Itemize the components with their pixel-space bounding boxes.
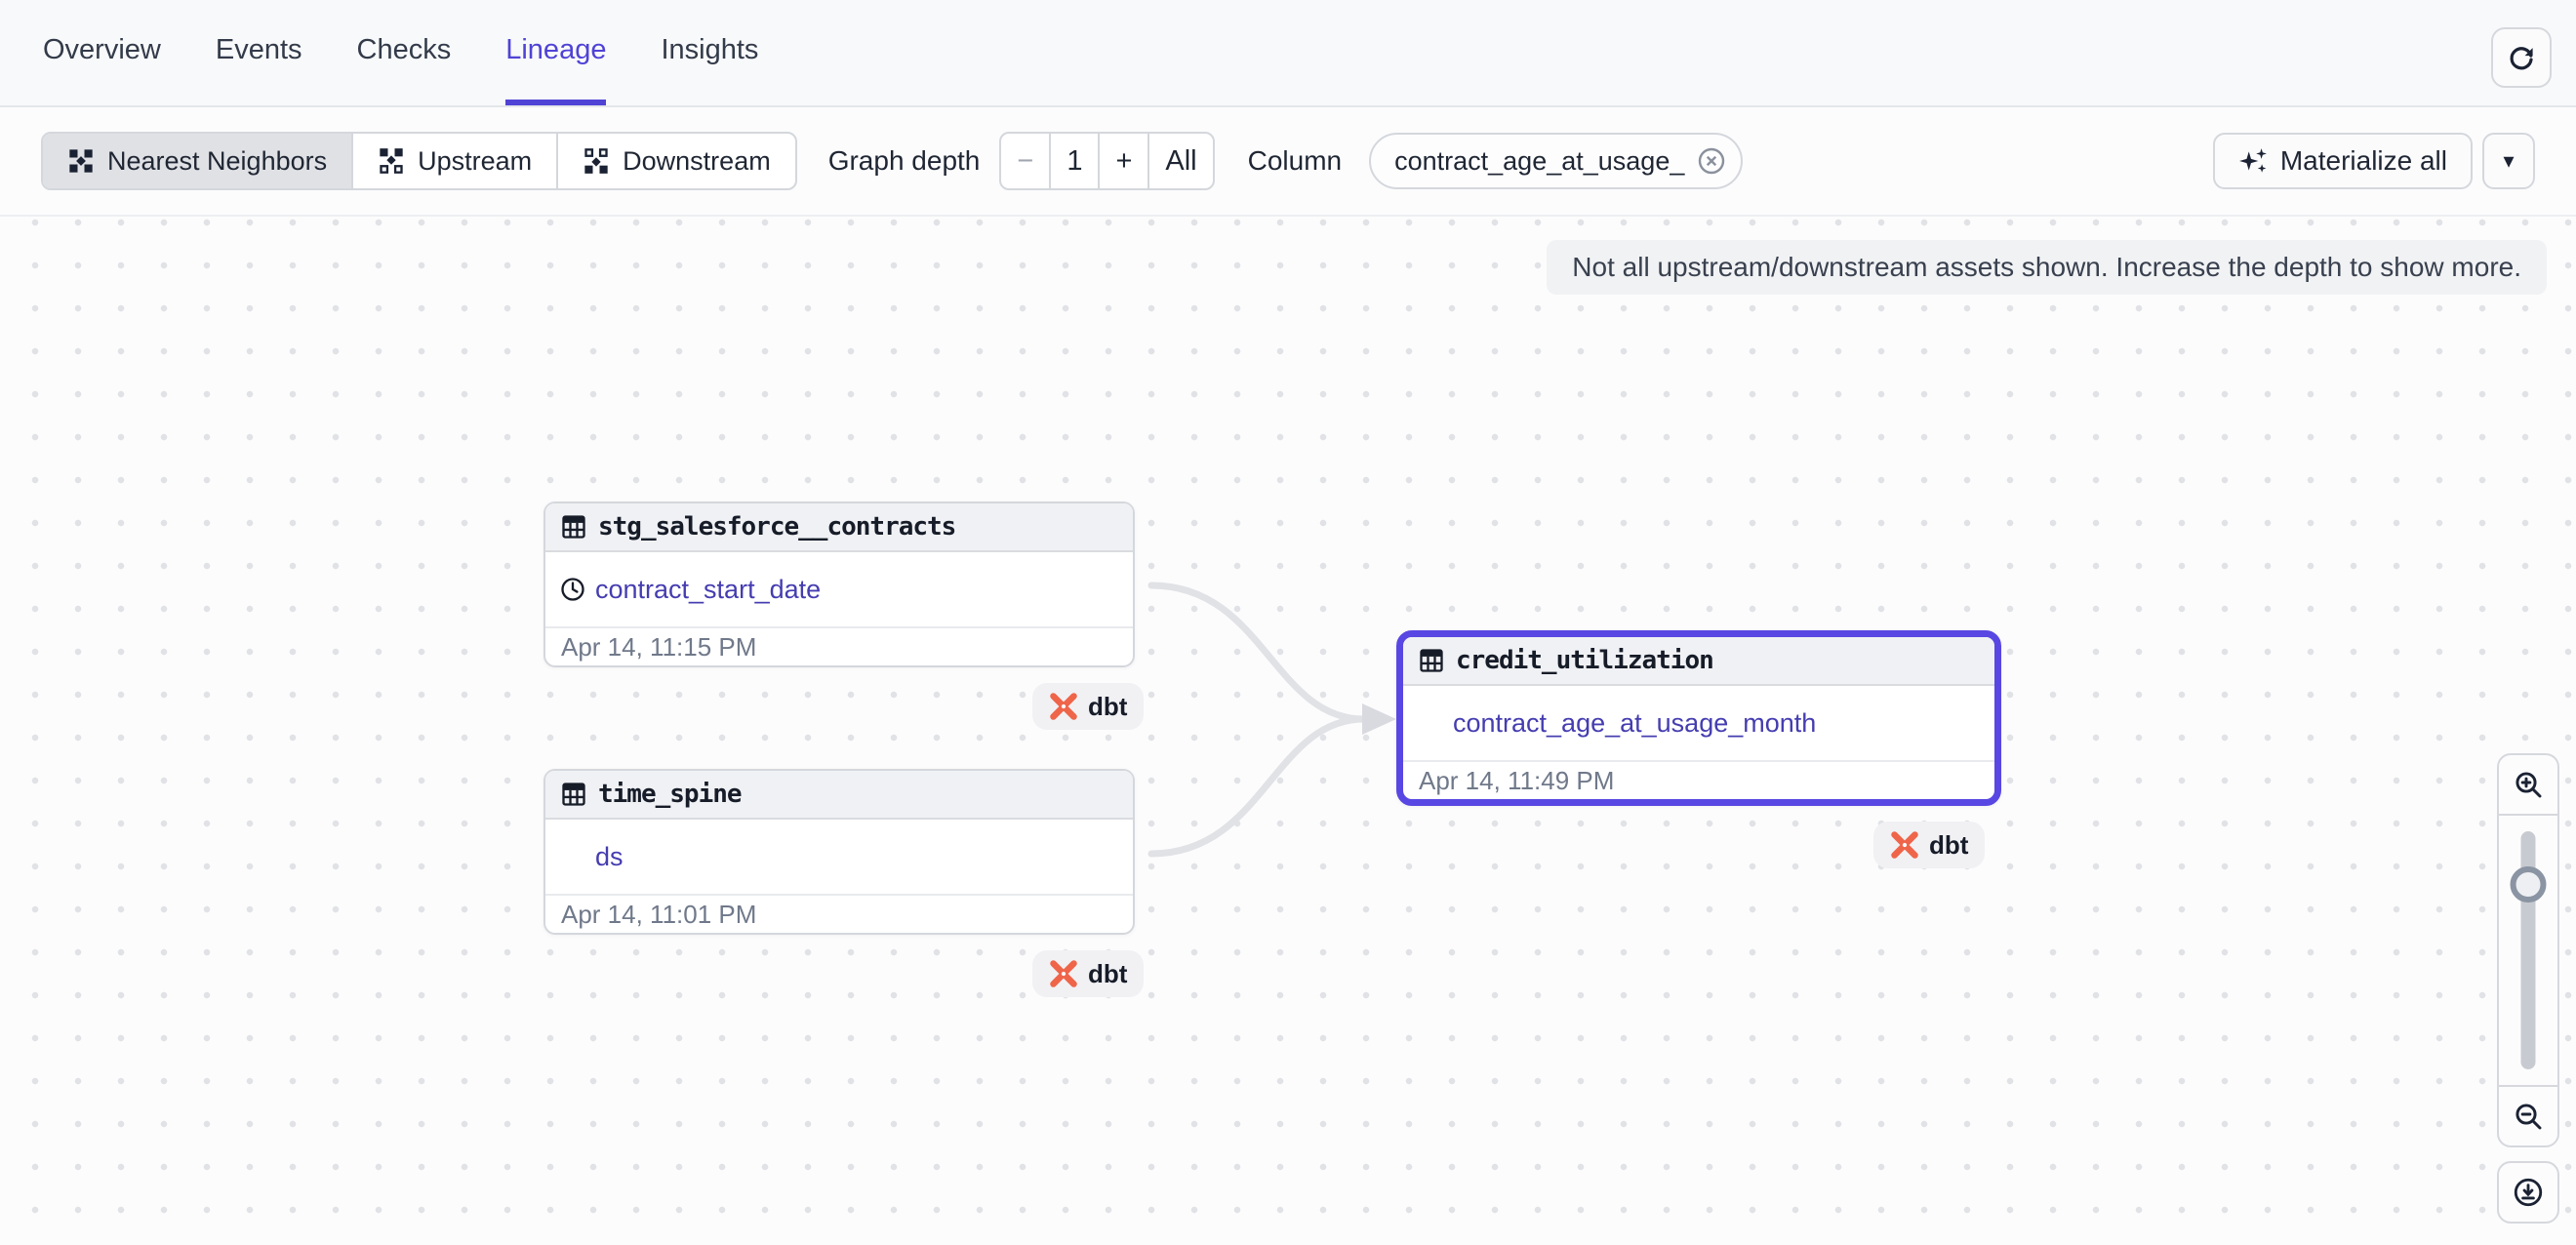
asset-title: stg_salesforce__contracts [598, 512, 955, 542]
asset-timestamp: Apr 14, 11:49 PM [1403, 760, 1994, 799]
fit-view-button[interactable] [2497, 1161, 2559, 1224]
clock-icon [559, 576, 586, 603]
lineage-canvas[interactable]: Not all upstream/downstream assets shown… [0, 217, 2576, 1243]
zoom-slider-thumb[interactable] [2511, 866, 2547, 903]
dbt-badge: dbt [1032, 950, 1144, 997]
materialize-options-button[interactable]: ▾ [2482, 133, 2535, 189]
graph-mode-group: Nearest Neighbors Upstream [41, 132, 797, 190]
column-icon-placeholder [559, 843, 586, 870]
downstream-icon [583, 147, 610, 175]
asset-node-header: time_spine [545, 771, 1133, 820]
depth-increment-button[interactable]: + [1098, 134, 1147, 188]
upstream-icon [378, 147, 405, 175]
asset-node-credit-utilization[interactable]: credit_utilization contract_age_at_usage… [1396, 630, 2001, 806]
column-filter-chip[interactable]: contract_age_at_usage_ [1369, 133, 1743, 189]
tab-events[interactable]: Events [216, 0, 302, 105]
lineage-toolbar: Nearest Neighbors Upstream [0, 107, 2576, 217]
mode-nearest-neighbors[interactable]: Nearest Neighbors [43, 134, 351, 188]
dbt-badge-label: dbt [1929, 830, 1968, 861]
graph-depth-control: − 1 + All [999, 132, 1214, 190]
zoom-control-panel [2497, 753, 2559, 1147]
mode-upstream[interactable]: Upstream [351, 134, 556, 188]
chevron-down-icon: ▾ [2503, 148, 2514, 174]
asset-node-stg-salesforce-contracts[interactable]: stg_salesforce__contracts contract_start… [543, 502, 1135, 667]
tab-overview[interactable]: Overview [43, 0, 161, 105]
dbt-badge: dbt [1032, 683, 1144, 730]
asset-node-header: credit_utilization [1403, 637, 1994, 686]
column-icon-placeholder [1417, 709, 1444, 737]
asset-column-row: ds [545, 820, 1133, 894]
tab-insights[interactable]: Insights [661, 0, 758, 105]
dbt-logo-icon [1049, 692, 1078, 721]
asset-column-row: contract_age_at_usage_month [1403, 686, 1994, 760]
asset-title: time_spine [598, 780, 742, 809]
zoom-in-icon [2513, 769, 2544, 800]
dbt-logo-icon [1890, 830, 1919, 860]
circle-arrow-down-icon [2512, 1176, 2545, 1209]
mode-label: Nearest Neighbors [107, 146, 327, 177]
refresh-icon [2506, 42, 2537, 73]
asset-node-time-spine[interactable]: time_spine ds Apr 14, 11:01 PM [543, 769, 1135, 935]
depth-decrement-button[interactable]: − [1001, 134, 1049, 188]
column-filter-label: Column [1248, 145, 1342, 177]
column-link[interactable]: contract_start_date [595, 575, 821, 605]
asset-timestamp: Apr 14, 11:01 PM [545, 894, 1133, 933]
depth-value: 1 [1049, 134, 1098, 188]
dbt-badge: dbt [1873, 822, 1985, 868]
clear-column-filter-icon[interactable] [1696, 145, 1727, 177]
dbt-badge-label: dbt [1088, 959, 1127, 989]
table-icon [560, 513, 587, 541]
materialize-label: Materialize all [2280, 145, 2447, 177]
column-filter-value: contract_age_at_usage_ [1394, 146, 1684, 177]
table-icon [560, 781, 587, 808]
column-link[interactable]: contract_age_at_usage_month [1453, 708, 1816, 739]
mode-label: Upstream [418, 146, 532, 177]
column-link[interactable]: ds [595, 842, 624, 872]
graph-depth-label: Graph depth [828, 145, 981, 177]
asset-title: credit_utilization [1456, 646, 1713, 675]
zoom-out-icon [2513, 1101, 2544, 1132]
zoom-out-button[interactable] [2499, 1087, 2557, 1145]
zoom-in-button[interactable] [2499, 755, 2557, 814]
mode-downstream[interactable]: Downstream [556, 134, 795, 188]
materialize-all-button[interactable]: Materialize all [2213, 133, 2473, 189]
dbt-badge-label: dbt [1088, 692, 1127, 722]
asset-node-header: stg_salesforce__contracts [545, 503, 1133, 552]
refresh-button[interactable] [2491, 27, 2552, 88]
mode-label: Downstream [623, 146, 771, 177]
sparkle-icon [2238, 146, 2268, 176]
tab-lineage[interactable]: Lineage [505, 0, 606, 105]
dbt-logo-icon [1049, 959, 1078, 988]
lineage-edges [0, 217, 2576, 1243]
nearest-neighbors-icon [67, 147, 95, 175]
depth-all-button[interactable]: All [1147, 134, 1212, 188]
table-icon [1418, 647, 1445, 674]
asset-column-row: contract_start_date [545, 552, 1133, 626]
top-nav: Overview Events Checks Lineage Insights [0, 0, 2576, 107]
tab-checks[interactable]: Checks [357, 0, 452, 105]
depth-warning-banner: Not all upstream/downstream assets shown… [1547, 240, 2547, 295]
zoom-slider [2499, 814, 2557, 1087]
asset-timestamp: Apr 14, 11:15 PM [545, 626, 1133, 665]
